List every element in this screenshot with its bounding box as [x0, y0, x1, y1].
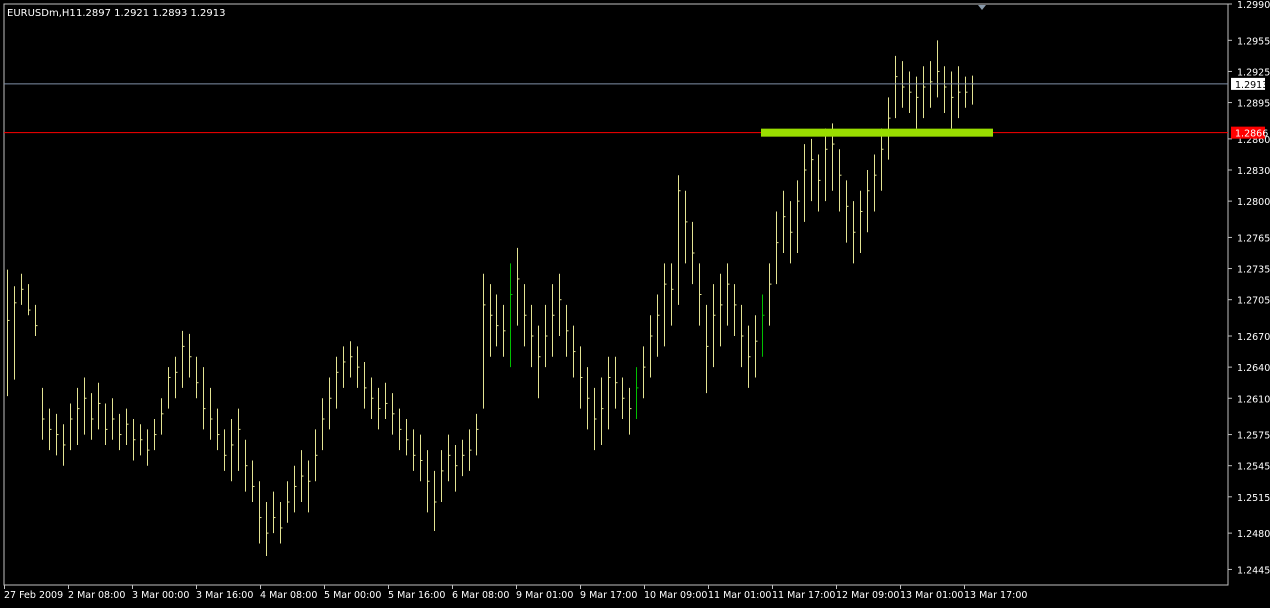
y-tick-label: 1.2545 [1237, 462, 1270, 473]
y-tick-label: 1.2800 [1237, 197, 1270, 208]
y-tick-label: 1.2990 [1237, 0, 1270, 11]
plot-frame [3, 3, 1229, 586]
y-tick-label: 1.2895 [1237, 99, 1270, 110]
bid-price-label: 1.2913 [1235, 80, 1268, 91]
x-tick-label: 5 Mar 00:00 [324, 590, 381, 601]
y-tick-label: 1.2925 [1237, 67, 1270, 78]
x-tick-label: 4 Mar 08:00 [260, 590, 317, 601]
x-tick-label: 3 Mar 16:00 [196, 590, 253, 601]
x-tick-label: 5 Mar 16:00 [388, 590, 445, 601]
support-zone-marker[interactable] [761, 128, 993, 137]
y-tick-label: 1.2445 [1237, 565, 1270, 576]
time-axis: 27 Feb 2009 2 Mar 08:00 3 Mar 00:00 3 Mar 1… [4, 585, 1027, 601]
x-tick-label: 12 Mar 09:00 [836, 590, 899, 601]
x-tick-label: 3 Mar 00:00 [132, 590, 189, 601]
x-tick-label: 9 Mar 17:00 [580, 590, 637, 601]
x-tick-label: 11 Mar 01:00 [708, 590, 771, 601]
x-tick-label: 2 Mar 08:00 [68, 590, 125, 601]
symbol-label: EURUSDm,H1 [7, 8, 76, 19]
x-tick-label: 13 Mar 17:00 [964, 590, 1027, 601]
chart-window[interactable]: 1.2990 1.2955 1.2925 1.2895 1.2860 1.2830 1.28… [0, 0, 1270, 604]
x-tick-label: 6 Mar 08:00 [452, 590, 509, 601]
y-tick-label: 1.2610 [1237, 394, 1270, 405]
plot-area [3, 3, 1229, 586]
y-tick-label: 1.2575 [1237, 431, 1270, 442]
x-tick-label: 10 Mar 09:00 [644, 590, 707, 601]
price-axis: 1.29901.29551.29251.28951.28601.28301.28… [1228, 0, 1270, 576]
y-tick-label: 1.2705 [1237, 296, 1270, 307]
y-tick-label: 1.2480 [1237, 529, 1270, 540]
x-tick-label: 13 Mar 01:00 [900, 590, 963, 601]
x-tick-label: 27 Feb 2009 [4, 590, 63, 601]
price-chart[interactable]: 1.29901.29551.29251.28951.28601.28301.28… [0, 0, 1270, 604]
y-tick-label: 1.2670 [1237, 332, 1270, 343]
y-tick-label: 1.2830 [1237, 166, 1270, 177]
shift-marker-icon[interactable] [978, 5, 986, 10]
y-tick-label: 1.2765 [1237, 233, 1270, 244]
ohlc-readout: 1.2897 1.2921 1.2893 1.2913 [76, 8, 226, 19]
x-tick-label: 9 Mar 01:00 [516, 590, 573, 601]
x-tick-label: 11 Mar 17:00 [772, 590, 835, 601]
y-tick-label: 1.2640 [1237, 363, 1270, 374]
y-tick-label: 1.2735 [1237, 265, 1270, 276]
level-price-label: 1.2866 [1235, 129, 1268, 140]
y-tick-label: 1.2955 [1237, 36, 1270, 47]
y-tick-label: 1.2515 [1237, 493, 1270, 504]
